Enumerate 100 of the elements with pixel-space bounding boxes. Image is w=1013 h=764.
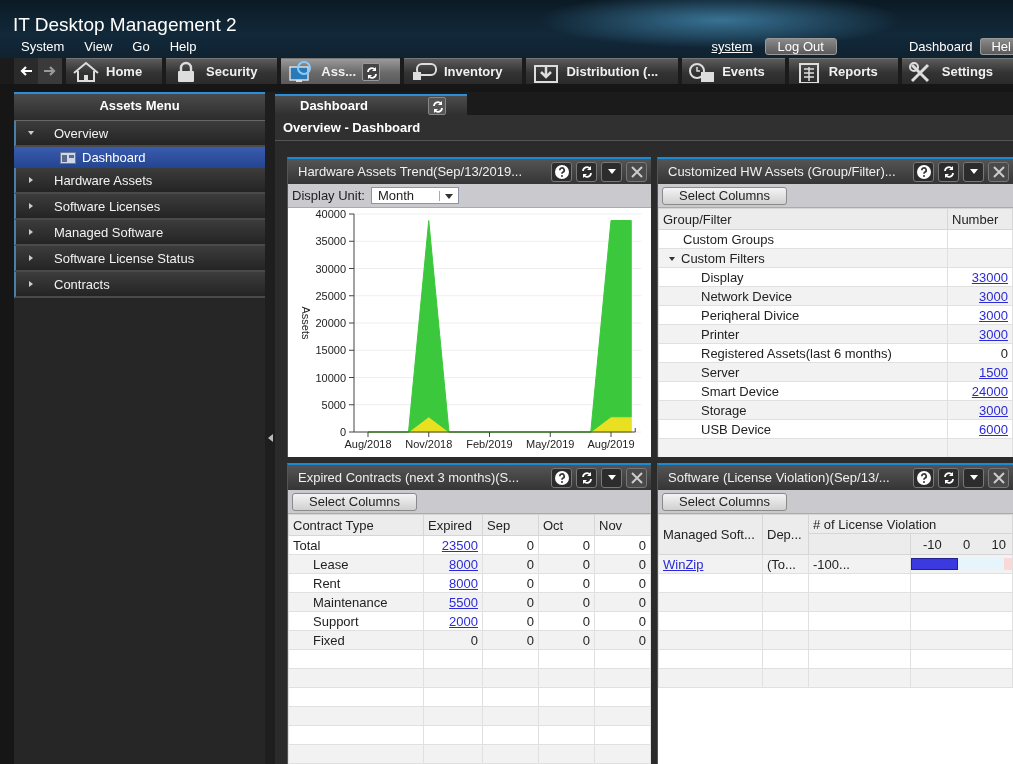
panel-title: Expired Contracts (next 3 months)(S... — [298, 470, 521, 485]
page-label: Dashboard — [908, 39, 973, 54]
nav-tab[interactable]: Settings — [901, 58, 1013, 84]
expanded-arrow-icon — [28, 130, 34, 136]
y-tick-label: 20000 — [315, 317, 346, 329]
y-tick-label: 5000 — [321, 398, 346, 411]
close-icon — [628, 469, 645, 486]
nav-tab[interactable]: Inventory — [404, 58, 523, 84]
column-header: Dep... — [762, 514, 809, 555]
axis-tick-label: -10 — [923, 536, 942, 552]
menu-button[interactable] — [963, 467, 984, 488]
collapsed-arrow-icon — [28, 255, 34, 261]
collapsed-arrow-icon — [28, 229, 34, 235]
menu-item[interactable]: View — [84, 39, 113, 54]
refresh-button[interactable] — [938, 467, 959, 488]
help-button[interactable] — [551, 467, 572, 488]
help-button[interactable] — [551, 161, 572, 182]
refresh-button[interactable] — [938, 161, 959, 182]
caret-icon — [969, 169, 978, 174]
x-tick-label: Aug/2019 — [587, 438, 635, 450]
panel-title: Software (License Violation)(Sep/13/... — [668, 470, 891, 485]
help-icon — [915, 469, 932, 486]
menu-item[interactable]: Help — [169, 39, 197, 54]
expanded-arrow-icon — [669, 255, 675, 262]
column-header: Nov — [594, 514, 651, 536]
user-link[interactable]: system — [711, 39, 753, 54]
menu-button[interactable] — [601, 161, 622, 182]
display-unit-dropdown[interactable]: Month — [370, 187, 459, 204]
close-icon — [628, 163, 645, 180]
help-icon — [553, 469, 570, 486]
menu-item[interactable]: System — [21, 39, 65, 54]
x-tick-label: Nov/2018 — [405, 438, 453, 450]
select-columns-button[interactable]: Select Columns — [292, 492, 418, 511]
logout-button[interactable]: Log Out — [764, 38, 837, 55]
close-icon — [990, 469, 1007, 486]
nav-tab[interactable]: Ass... — [281, 58, 400, 84]
clock-calendar-icon — [688, 60, 717, 83]
sidebar-item[interactable]: Contracts — [14, 272, 265, 298]
menu-button[interactable] — [963, 161, 984, 182]
panel-title: Hardware Assets Trend(Sep/13/2019... — [298, 164, 523, 179]
close-button[interactable] — [988, 467, 1009, 488]
y-tick-label: 40000 — [315, 208, 346, 220]
column-header: Expired — [423, 514, 483, 536]
nav-tab[interactable]: Distribution (... — [526, 58, 679, 84]
x-tick-label: Aug/2018 — [344, 438, 392, 450]
nav-tab[interactable]: Events — [682, 58, 785, 84]
caret-icon — [607, 475, 616, 480]
y-tick-label: 35000 — [315, 235, 346, 248]
sidebar-title: Assets Menu — [14, 94, 265, 121]
collapsed-arrow-icon — [28, 203, 34, 209]
sidebar-subitem[interactable]: Dashboard — [14, 147, 265, 168]
arrow-right-icon — [43, 64, 57, 78]
dashboard-tab[interactable]: Dashboard — [275, 94, 467, 115]
select-columns-button[interactable]: Select Columns — [662, 492, 788, 511]
menu-item[interactable]: Go — [132, 39, 150, 54]
sidebar-item[interactable]: Software License Status — [14, 246, 265, 272]
display-unit-label: Display Unit: — [292, 188, 365, 203]
column-header: # of License Violation — [808, 514, 1013, 534]
y-tick-label: 0 — [339, 426, 346, 438]
refresh-button[interactable] — [427, 96, 446, 115]
refresh-button[interactable] — [362, 62, 381, 81]
speech-bubble-icon — [410, 60, 438, 83]
help-button[interactable]: Hel — [980, 38, 1013, 55]
refresh-button[interactable] — [576, 161, 597, 182]
y-tick-label: 25000 — [315, 289, 346, 302]
refresh-button[interactable] — [576, 467, 597, 488]
window-title: IT Desktop Management 2 — [13, 14, 238, 36]
x-tick-label: Feb/2019 — [466, 438, 513, 450]
x-tick-label: May/2019 — [526, 438, 575, 450]
help-button[interactable] — [913, 467, 934, 488]
menu-button[interactable] — [601, 467, 622, 488]
select-columns-button[interactable]: Select Columns — [662, 186, 788, 205]
sidebar-item[interactable]: Software Licenses — [14, 194, 265, 220]
column-header: Contract Type — [288, 514, 424, 536]
dashboard-icon — [60, 151, 76, 164]
sidebar-item[interactable]: Hardware Assets — [14, 168, 265, 194]
arrow-left-icon — [19, 64, 33, 78]
y-tick-label: 15000 — [315, 344, 346, 357]
forward-button[interactable] — [38, 58, 62, 84]
axis-title: Assets — [300, 306, 312, 340]
close-button[interactable] — [626, 161, 647, 182]
help-button[interactable] — [913, 161, 934, 182]
axis-tick-label: 0 — [963, 536, 971, 552]
collapse-arrow-icon — [267, 434, 273, 442]
sidebar-item[interactable]: Overview — [14, 121, 265, 147]
nav-tab[interactable]: Home — [66, 58, 163, 84]
close-button[interactable] — [988, 161, 1009, 182]
close-button[interactable] — [626, 467, 647, 488]
nav-tab[interactable]: Reports — [788, 58, 898, 84]
y-tick-label: 10000 — [315, 371, 346, 384]
collapsed-arrow-icon — [28, 177, 34, 183]
nav-tab[interactable]: Security — [166, 58, 278, 84]
house-icon — [72, 60, 100, 83]
back-button[interactable] — [14, 58, 38, 84]
column-header: Number — [947, 208, 1013, 230]
refresh-icon — [364, 64, 379, 79]
column-header: Managed Soft... — [658, 514, 763, 555]
sidebar-item[interactable]: Managed Software — [14, 220, 265, 246]
panel-title: Customized HW Assets (Group/Filter)... — [668, 164, 897, 179]
axis-tick-label: 10 — [991, 536, 1006, 552]
